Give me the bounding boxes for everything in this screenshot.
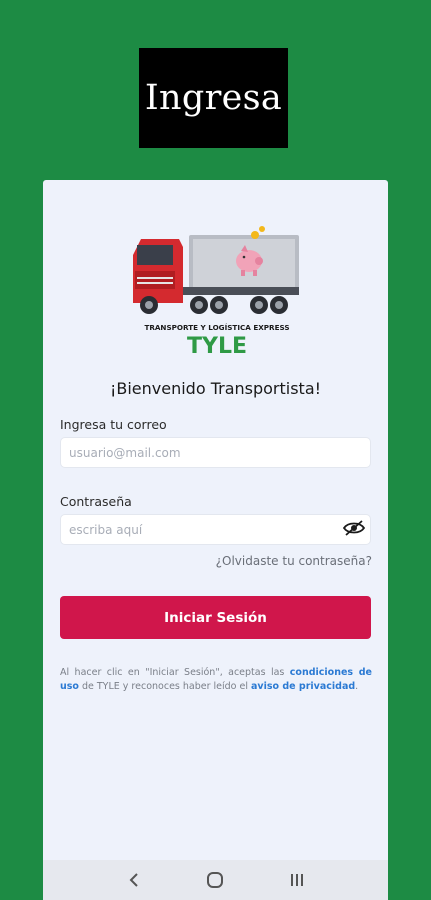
banner-title: Ingresa [144, 78, 283, 118]
android-nav-bar [43, 860, 388, 900]
legal-text-1: Al hacer clic en "Iniciar Sesión", acept… [60, 667, 290, 678]
email-field[interactable] [60, 437, 371, 468]
password-field[interactable] [60, 514, 371, 545]
recents-icon[interactable] [282, 865, 312, 895]
back-icon[interactable] [119, 865, 149, 895]
legal-text-3: . [355, 681, 359, 692]
legal-text-2: de TYLE y reconoces haber leído el [78, 681, 252, 692]
logo-tagline: TRANSPORTE Y LOGÍSTICA EXPRESS [144, 323, 289, 332]
email-label: Ingresa tu correo [60, 417, 167, 432]
legal-notice: Al hacer clic en "Iniciar Sesión", acept… [60, 666, 372, 694]
login-screen: TRANSPORTE Y LOGÍSTICA EXPRESS TYLE ¡Bie… [43, 180, 388, 900]
logo-brand: TYLE [187, 334, 247, 359]
welcome-heading: ¡Bienvenido Transportista! [109, 379, 322, 398]
page-banner: Ingresa [139, 48, 288, 148]
privacy-link[interactable]: aviso de privacidad [251, 681, 355, 692]
home-icon[interactable] [200, 865, 230, 895]
password-label: Contraseña [60, 494, 132, 509]
tyle-logo: TRANSPORTE Y LOGÍSTICA EXPRESS TYLE [133, 226, 299, 359]
toggle-password-visibility-icon[interactable] [343, 520, 365, 536]
forgot-password-link[interactable]: ¿Olvidaste tu contraseña? [216, 554, 372, 568]
login-button[interactable]: Iniciar Sesión [60, 596, 371, 639]
